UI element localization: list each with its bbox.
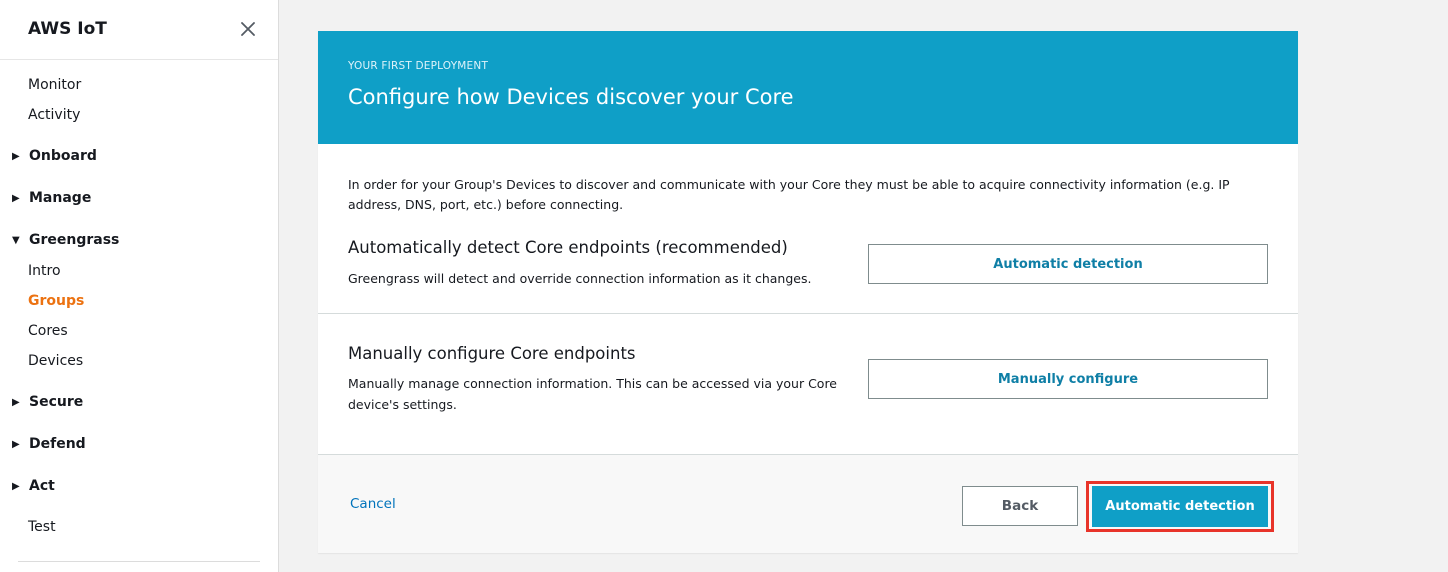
- automatic-detection-button[interactable]: Automatic detection: [1092, 486, 1268, 527]
- option-automatic-title: Automatically detect Core endpoints (rec…: [348, 238, 788, 257]
- sidebar-section-manage[interactable]: ▶ Manage: [12, 190, 91, 206]
- sidebar-section-label: Greengrass: [29, 232, 120, 248]
- sidebar-section-label: Act: [29, 478, 55, 494]
- sidebar-divider: [18, 561, 260, 562]
- automatic-detection-option-button[interactable]: Automatic detection: [868, 244, 1268, 284]
- manually-configure-button[interactable]: Manually configure: [868, 359, 1268, 399]
- cancel-link[interactable]: Cancel: [350, 496, 396, 512]
- section-divider: [318, 313, 1298, 314]
- sidebar-item-test[interactable]: Test: [28, 519, 56, 535]
- sidebar-section-greengrass[interactable]: ▼ Greengrass: [12, 232, 119, 248]
- caret-right-icon: ▶: [12, 151, 20, 162]
- sidebar-section-label: Defend: [29, 436, 86, 452]
- sidebar-section-act[interactable]: ▶ Act: [12, 478, 55, 494]
- card-kicker: YOUR FIRST DEPLOYMENT: [348, 60, 489, 72]
- intro-text: In order for your Group's Devices to dis…: [348, 177, 1230, 212]
- sidebar: AWS IoT Monitor Activity ▶ Onboard ▶ Manag…: [0, 0, 279, 572]
- back-button[interactable]: Back: [962, 486, 1078, 526]
- card-header: YOUR FIRST DEPLOYMENT Configure how Devi…: [318, 31, 1298, 144]
- close-icon[interactable]: [236, 17, 260, 41]
- sidebar-item-activity[interactable]: Activity: [28, 107, 80, 123]
- card-footer: Cancel Back Automatic detection: [318, 454, 1298, 553]
- sidebar-item-groups[interactable]: Groups: [28, 293, 84, 309]
- sidebar-section-label: Secure: [29, 394, 84, 410]
- caret-right-icon: ▶: [12, 397, 20, 408]
- deployment-card: YOUR FIRST DEPLOYMENT Configure how Devi…: [318, 31, 1298, 553]
- caret-down-icon: ▼: [12, 235, 20, 246]
- sidebar-section-secure[interactable]: ▶ Secure: [12, 394, 83, 410]
- sidebar-header: AWS IoT: [0, 0, 278, 60]
- sidebar-item-cores[interactable]: Cores: [28, 323, 68, 339]
- sidebar-item-monitor[interactable]: Monitor: [28, 77, 81, 93]
- sidebar-section-onboard[interactable]: ▶ Onboard: [12, 148, 97, 164]
- caret-right-icon: ▶: [12, 481, 20, 492]
- sidebar-item-intro[interactable]: Intro: [28, 263, 61, 279]
- sidebar-section-defend[interactable]: ▶ Defend: [12, 436, 86, 452]
- option-automatic-description: Greengrass will detect and override conn…: [348, 271, 812, 286]
- page-title: Configure how Devices discover your Core: [348, 85, 794, 109]
- option-manual-title: Manually configure Core endpoints: [348, 344, 636, 363]
- sidebar-section-label: Manage: [29, 190, 92, 206]
- caret-right-icon: ▶: [12, 193, 20, 204]
- option-manual-description: Manually manage connection information. …: [348, 376, 837, 412]
- sidebar-title: AWS IoT: [28, 19, 107, 39]
- sidebar-section-label: Onboard: [29, 148, 97, 164]
- caret-right-icon: ▶: [12, 439, 20, 450]
- sidebar-item-devices[interactable]: Devices: [28, 353, 83, 369]
